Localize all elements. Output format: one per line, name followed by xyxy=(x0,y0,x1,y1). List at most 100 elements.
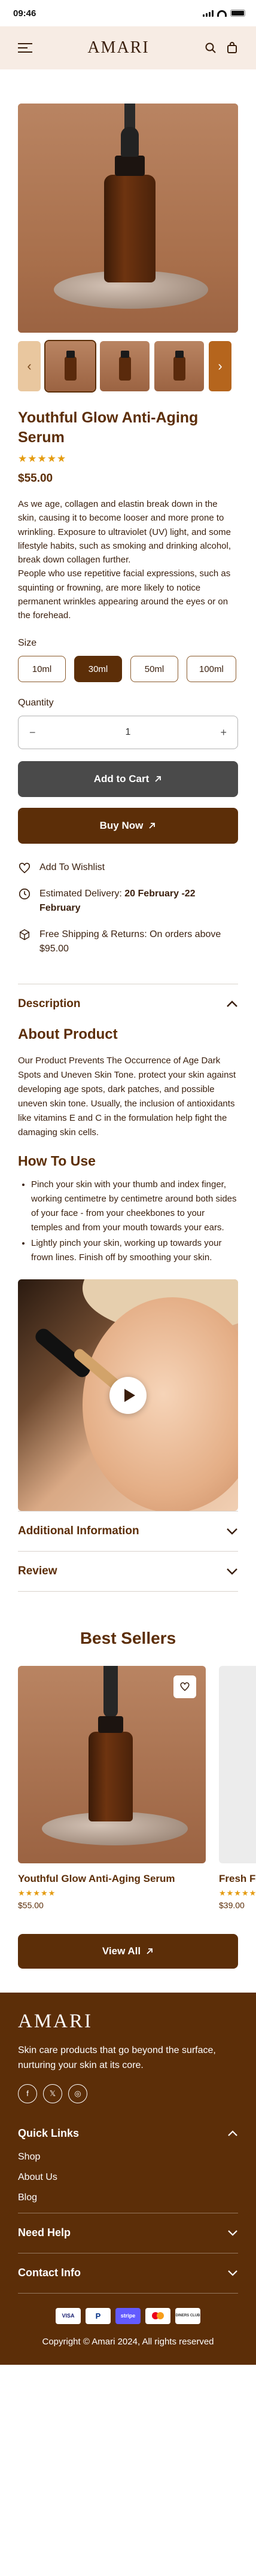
social-links: f 𝕏 ◎ xyxy=(18,2084,238,2103)
diners-club-icon: DINERS CLUB xyxy=(175,2307,200,2324)
product-title: Youthful Glow Anti-Aging Serum xyxy=(18,409,199,446)
estimated-delivery: Estimated Delivery: 20 February -22 Febr… xyxy=(18,887,238,916)
heart-icon xyxy=(19,862,31,874)
menu-icon[interactable] xyxy=(18,43,32,53)
buy-now-button[interactable]: Buy Now xyxy=(18,808,238,844)
copyright-text: Copyright © Amari 2024, All rights reser… xyxy=(42,2336,214,2347)
description-paragraph: As we age, collagen and elastin break do… xyxy=(18,499,231,565)
clock-icon xyxy=(19,889,31,900)
site-logo[interactable]: AMARI xyxy=(87,38,149,57)
thumbnail-prev-button[interactable]: ‹ xyxy=(18,341,41,391)
chevron-down-icon xyxy=(227,1528,237,1535)
heart-icon xyxy=(180,1682,190,1692)
additional-information-accordion[interactable]: Additional Information xyxy=(18,1511,238,1551)
product-card-price: $39.00 xyxy=(219,1900,245,1911)
best-sellers-carousel: Youthful Glow Anti-Aging Serum ★★★★★ $55… xyxy=(18,1666,256,1910)
product-card-image[interactable] xyxy=(18,1666,206,1864)
product-main-image[interactable] xyxy=(18,104,238,333)
footer-link-shop[interactable]: Shop xyxy=(18,2152,238,2163)
quick-links-section: Quick Links Shop About Us Blog xyxy=(18,2127,238,2203)
size-option-100ml[interactable]: 100ml xyxy=(187,656,236,683)
thumbnail[interactable] xyxy=(100,341,150,391)
footer-tagline: Skin care products that go beyond the su… xyxy=(18,2045,216,2071)
review-heading: Review xyxy=(18,1565,57,1578)
status-icons xyxy=(203,10,245,17)
product-card-rating: ★★★★★ xyxy=(219,1888,256,1898)
shipping-text: Free Shipping & Returns: On orders above… xyxy=(39,929,221,954)
quantity-label: Quantity xyxy=(18,698,54,708)
product-card[interactable]: Fresh Face Cleanser ★★★★★ $39.00 xyxy=(219,1666,256,1910)
chevron-up-icon xyxy=(228,2130,237,2136)
product-card-rating: ★★★★★ xyxy=(18,1888,56,1898)
thumbnail-next-button[interactable]: › xyxy=(209,341,231,391)
cart-icon[interactable] xyxy=(226,42,238,54)
instagram-icon[interactable]: ◎ xyxy=(68,2084,87,2103)
how-to-use-title: How To Use xyxy=(18,1153,96,1169)
footer-link-about-us[interactable]: About Us xyxy=(18,2172,238,2183)
review-accordion[interactable]: Review xyxy=(18,1552,238,1591)
description-section: Description About Product Our Product Pr… xyxy=(18,984,238,1511)
x-twitter-icon[interactable]: 𝕏 xyxy=(43,2084,62,2103)
chevron-down-icon xyxy=(227,1568,237,1575)
best-sellers-title: Best Sellers xyxy=(80,1629,176,1648)
size-option-30ml[interactable]: 30ml xyxy=(74,656,122,683)
search-icon[interactable] xyxy=(205,42,217,54)
add-to-wishlist-link[interactable]: Add To Wishlist xyxy=(18,860,238,875)
battery-icon xyxy=(230,10,245,17)
description-accordion-header[interactable]: Description xyxy=(18,984,238,1024)
quantity-value[interactable]: 1 xyxy=(126,727,131,738)
size-label: Size xyxy=(18,638,37,649)
status-bar: 09:46 xyxy=(0,0,256,26)
play-icon[interactable] xyxy=(109,1376,147,1414)
buy-now-label: Buy Now xyxy=(99,820,144,832)
arrow-up-right-icon xyxy=(147,1948,153,1954)
site-header: AMARI xyxy=(0,26,256,69)
wishlist-label: Add To Wishlist xyxy=(39,862,105,873)
facebook-icon[interactable]: f xyxy=(18,2084,37,2103)
wishlist-button[interactable] xyxy=(173,1675,196,1699)
product-card-image[interactable] xyxy=(219,1666,256,1864)
chevron-down-icon xyxy=(228,2270,237,2276)
product-video[interactable] xyxy=(18,1279,238,1511)
add-to-cart-button[interactable]: Add to Cart xyxy=(18,761,238,798)
how-to-use-list: Pinch your skin with your thumb and inde… xyxy=(18,1178,238,1265)
footer-logo[interactable]: AMARI xyxy=(18,2011,238,2033)
increase-quantity-button[interactable]: + xyxy=(220,726,227,739)
status-time: 09:46 xyxy=(13,8,36,19)
product-card-name[interactable]: Youthful Glow Anti-Aging Serum xyxy=(18,1873,206,1885)
contact-info-accordion[interactable]: Contact Info xyxy=(18,2253,238,2293)
need-help-title: Need Help xyxy=(18,2227,71,2239)
stripe-icon: stripe xyxy=(115,2307,141,2324)
delivery-label: Estimated Delivery: xyxy=(39,889,122,899)
footer-link-blog[interactable]: Blog xyxy=(18,2192,238,2203)
thumbnail[interactable] xyxy=(44,340,96,393)
product-card-name[interactable]: Fresh Face Cleanser xyxy=(219,1873,256,1885)
list-item: Pinch your skin with your thumb and inde… xyxy=(31,1178,238,1235)
visa-icon: VISA xyxy=(56,2307,81,2324)
about-product-title: About Product xyxy=(18,1026,118,1043)
thumbnail-strip: ‹ › xyxy=(18,340,238,393)
view-all-button[interactable]: View All xyxy=(18,1934,238,1969)
description-paragraph: People who use repetitive facial express… xyxy=(18,568,231,621)
site-footer: AMARI Skin care products that go beyond … xyxy=(0,1993,256,2365)
size-option-50ml[interactable]: 50ml xyxy=(130,656,178,683)
product-price: $55.00 xyxy=(18,472,53,485)
decrease-quantity-button[interactable]: − xyxy=(29,726,36,739)
quick-links-header[interactable]: Quick Links xyxy=(18,2127,238,2140)
need-help-accordion[interactable]: Need Help xyxy=(18,2213,238,2253)
mastercard-icon xyxy=(145,2307,170,2324)
arrow-up-right-icon xyxy=(155,776,161,782)
product-card-price: $55.00 xyxy=(18,1900,44,1911)
box-icon xyxy=(19,929,30,941)
list-item: Lightly pinch your skin, working up towa… xyxy=(31,1236,238,1265)
chevron-right-icon: › xyxy=(218,358,223,373)
chevron-left-icon: ‹ xyxy=(27,358,32,373)
description-heading: Description xyxy=(18,997,81,1011)
size-option-10ml[interactable]: 10ml xyxy=(18,656,66,683)
header-actions xyxy=(205,42,238,54)
review-section: Review xyxy=(18,1551,238,1591)
about-product-text: Our Product Prevents The Occurrence of A… xyxy=(18,1056,236,1138)
view-all-label: View All xyxy=(102,1945,141,1957)
product-card[interactable]: Youthful Glow Anti-Aging Serum ★★★★★ $55… xyxy=(18,1666,206,1910)
thumbnail[interactable] xyxy=(154,341,204,391)
